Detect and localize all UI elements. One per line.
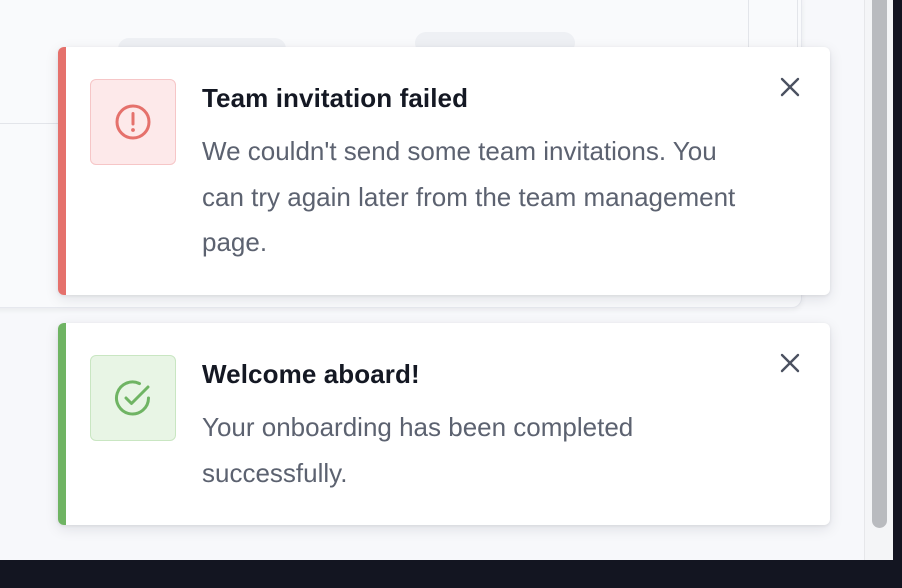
toast-accent-bar	[58, 323, 66, 525]
error-icon-container	[90, 79, 176, 165]
alert-circle-icon	[115, 104, 151, 140]
close-icon	[780, 353, 800, 373]
success-toast: Welcome aboard! Your onboarding has been…	[58, 323, 830, 525]
toast-message: We couldn't send some team invitations. …	[202, 136, 736, 257]
close-button[interactable]	[776, 349, 804, 377]
scrollbar-thumb[interactable]	[872, 0, 887, 528]
toast-message: Your onboarding has been completed succe…	[202, 412, 634, 488]
check-circle-icon	[115, 380, 150, 416]
toast-title: Welcome aboard!	[202, 359, 420, 389]
close-button[interactable]	[776, 73, 804, 101]
error-toast: Team invitation failed We couldn't send …	[58, 47, 830, 295]
close-icon	[780, 77, 800, 97]
app-viewport: Team invitation failed We couldn't send …	[0, 0, 893, 560]
success-icon-container	[90, 355, 176, 441]
toast-title: Team invitation failed	[202, 83, 469, 113]
toast-accent-bar	[58, 47, 66, 295]
